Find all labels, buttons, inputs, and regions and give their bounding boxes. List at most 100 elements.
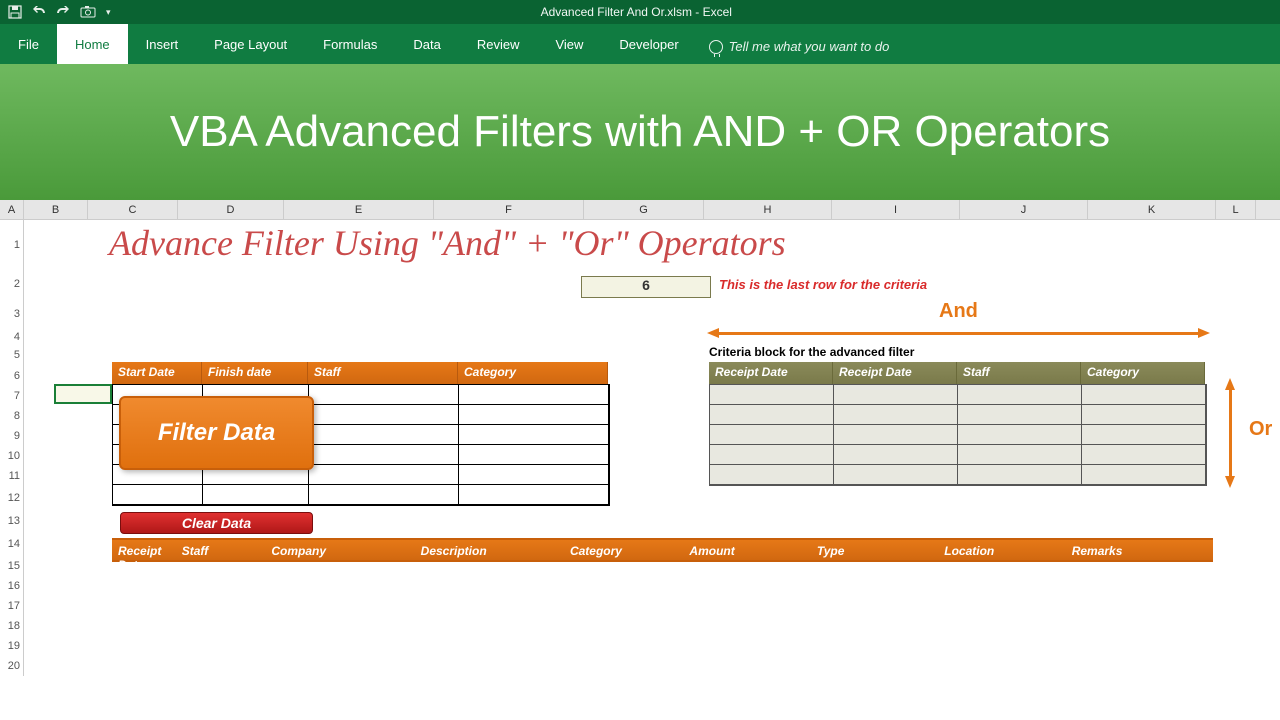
col-header-B[interactable]: B (24, 200, 88, 219)
out-hdr-5: Amount (683, 540, 810, 560)
row-header-13[interactable]: 13 (0, 510, 24, 532)
crit-cell[interactable] (710, 445, 834, 465)
input-cell[interactable] (309, 485, 459, 505)
camera-icon[interactable] (80, 6, 96, 18)
crit-cell[interactable] (834, 465, 958, 485)
worksheet[interactable]: ABCDEFGHIJKL 123456789101112131415161718… (0, 200, 1280, 720)
column-headers[interactable]: ABCDEFGHIJKL (0, 200, 1280, 220)
row-header-19[interactable]: 19 (0, 636, 24, 656)
row-header-11[interactable]: 11 (0, 466, 24, 486)
input-cell[interactable] (309, 385, 459, 405)
crit-cell[interactable] (834, 425, 958, 445)
input-cell[interactable] (459, 445, 609, 465)
tab-data[interactable]: Data (395, 24, 458, 64)
tab-developer[interactable]: Developer (601, 24, 696, 64)
col-header-A[interactable]: A (0, 200, 24, 219)
row-header-3[interactable]: 3 (0, 298, 24, 330)
row-header-15[interactable]: 15 (0, 556, 24, 576)
criteria-block-header: Receipt DateReceipt DateStaffCategory (709, 362, 1205, 384)
input-cell[interactable] (113, 485, 203, 505)
row-header-10[interactable]: 10 (0, 446, 24, 466)
col-header-H[interactable]: H (704, 200, 832, 219)
tab-page-layout[interactable]: Page Layout (196, 24, 305, 64)
col-header-K[interactable]: K (1088, 200, 1216, 219)
crit-cell[interactable] (958, 445, 1082, 465)
crit-cell[interactable] (710, 465, 834, 485)
input-cell[interactable] (203, 485, 309, 505)
col-header-L[interactable]: L (1216, 200, 1256, 219)
crit-cell[interactable] (1082, 425, 1206, 445)
clear-data-button[interactable]: Clear Data (120, 512, 313, 534)
input-criteria-header: Start DateFinish dateStaffCategory (112, 362, 608, 384)
tab-insert[interactable]: Insert (128, 24, 197, 64)
input-cell[interactable] (459, 485, 609, 505)
undo-icon[interactable] (32, 6, 46, 18)
row-header-6[interactable]: 6 (0, 366, 24, 386)
row-header-2[interactable]: 2 (0, 270, 24, 298)
input-cell[interactable] (459, 405, 609, 425)
input-cell[interactable] (309, 445, 459, 465)
col-header-J[interactable]: J (960, 200, 1088, 219)
row-header-20[interactable]: 20 (0, 656, 24, 676)
sheet-canvas[interactable]: Advance Filter Using "And" + "Or" Operat… (24, 220, 1280, 720)
crit-cell[interactable] (834, 445, 958, 465)
crit-cell[interactable] (834, 385, 958, 405)
criteria-block-grid[interactable] (709, 384, 1207, 486)
customize-qat-icon[interactable]: ▾ (106, 7, 111, 18)
col-header-D[interactable]: D (178, 200, 284, 219)
criteria-last-row-cell[interactable]: 6 (581, 276, 711, 298)
col-header-G[interactable]: G (584, 200, 704, 219)
crit-cell[interactable] (1082, 385, 1206, 405)
col-header-E[interactable]: E (284, 200, 434, 219)
row-header-5[interactable]: 5 (0, 344, 24, 366)
col-header-C[interactable]: C (88, 200, 178, 219)
save-icon[interactable] (8, 5, 22, 19)
row-header-7[interactable]: 7 (0, 386, 24, 406)
row-header-14[interactable]: 14 (0, 532, 24, 556)
crit-cell[interactable] (710, 425, 834, 445)
input-cell[interactable] (309, 425, 459, 445)
row-header-1[interactable]: 1 (0, 220, 24, 270)
row-header-16[interactable]: 16 (0, 576, 24, 596)
crit-cell[interactable] (958, 425, 1082, 445)
tab-view[interactable]: View (537, 24, 601, 64)
col-header-I[interactable]: I (832, 200, 960, 219)
crit-cell[interactable] (710, 385, 834, 405)
crit-cell[interactable] (710, 405, 834, 425)
row-header-17[interactable]: 17 (0, 596, 24, 616)
input-cell[interactable] (459, 425, 609, 445)
input-cell[interactable] (459, 385, 609, 405)
row-header-4[interactable]: 4 (0, 330, 24, 344)
window-title: Advanced Filter And Or.xlsm - Excel (121, 5, 1152, 19)
crit-cell[interactable] (1082, 405, 1206, 425)
row-header-18[interactable]: 18 (0, 616, 24, 636)
row-header-8[interactable]: 8 (0, 406, 24, 426)
tell-me-search[interactable]: Tell me what you want to do (697, 29, 902, 64)
input-hdr-0: Start Date (112, 362, 202, 384)
input-cell[interactable] (309, 465, 459, 485)
or-label: Or (1249, 418, 1272, 441)
row-header-9[interactable]: 9 (0, 426, 24, 446)
crit-cell[interactable] (834, 405, 958, 425)
tab-formulas[interactable]: Formulas (305, 24, 395, 64)
crit-cell[interactable] (958, 465, 1082, 485)
redo-icon[interactable] (56, 6, 70, 18)
col-header-F[interactable]: F (434, 200, 584, 219)
crit-cell[interactable] (958, 385, 1082, 405)
crit-hdr-3: Category (1081, 362, 1205, 384)
tab-file[interactable]: File (0, 24, 57, 64)
input-cell[interactable] (459, 465, 609, 485)
tab-review[interactable]: Review (459, 24, 538, 64)
crit-cell[interactable] (1082, 445, 1206, 465)
row-headers[interactable]: 1234567891011121314151617181920 (0, 220, 24, 676)
row-header-12[interactable]: 12 (0, 486, 24, 510)
output-headers: Receipt DateStaffCompanyDescriptionCateg… (112, 538, 1213, 562)
filter-data-button[interactable]: Filter Data (119, 396, 314, 470)
out-hdr-6: Type (811, 540, 938, 560)
input-cell[interactable] (309, 405, 459, 425)
crit-cell[interactable] (958, 405, 1082, 425)
crit-hdr-0: Receipt Date (709, 362, 833, 384)
tab-home[interactable]: Home (57, 24, 128, 64)
crit-cell[interactable] (1082, 465, 1206, 485)
and-label: And (939, 300, 978, 323)
